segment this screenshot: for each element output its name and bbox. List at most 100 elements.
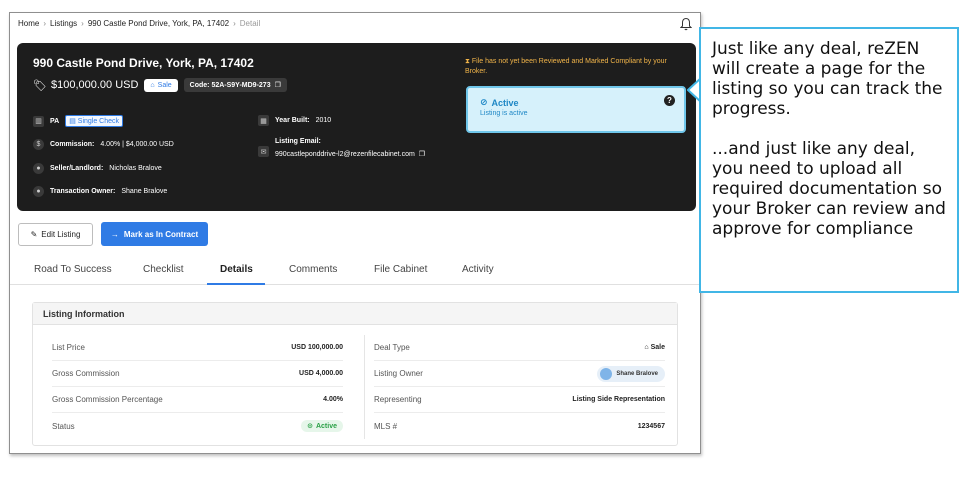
mark-in-contract-button[interactable]: → Mark as In Contract xyxy=(101,222,208,246)
table-row: Representing Listing Side Representation xyxy=(374,387,665,413)
listing-header-card: 990 Castle Pond Drive, York, PA, 17402 🏷… xyxy=(17,43,696,211)
table-row: Gross Commission USD 4,000.00 xyxy=(52,361,343,387)
tag-icon: 🏷 xyxy=(33,79,47,92)
owner-row: ● Transaction Owner: Shane Bralove xyxy=(33,186,167,197)
row-label: Deal Type xyxy=(374,343,410,352)
copy-icon[interactable]: ❐ xyxy=(419,150,425,158)
selected-tab-indicator xyxy=(207,283,265,285)
hourglass-icon: ⧗ xyxy=(465,58,470,65)
owner-label: Transaction Owner: xyxy=(50,188,116,195)
tab-road-to-success[interactable]: Road To Success xyxy=(34,264,112,275)
row-label: List Price xyxy=(52,343,85,352)
chevron-right-icon: › xyxy=(81,19,84,28)
status-card: ⊘ Active Listing is active ? xyxy=(466,86,686,133)
table-row: Gross Commission Percentage 4.00% xyxy=(52,387,343,413)
check-circle-icon: ⊙ xyxy=(307,423,313,430)
state-row: ▥ PA ▤ Single Check xyxy=(33,115,124,127)
tab-details[interactable]: Details xyxy=(220,264,253,275)
breadcrumb-address[interactable]: 990 Castle Pond Drive, York, PA, 17402 xyxy=(88,19,229,28)
user-icon: ● xyxy=(33,186,44,197)
mail-icon: ✉ xyxy=(258,146,269,157)
table-row: Status ⊙ Active xyxy=(52,413,343,439)
seller-value: Nicholas Bralove xyxy=(109,165,162,172)
chevron-right-icon: › xyxy=(233,19,236,28)
seller-row: ● Seller/Landlord: Nicholas Bralove xyxy=(33,163,162,174)
owner-value: Shane Bralove xyxy=(121,188,168,195)
seller-label: Seller/Landlord: xyxy=(50,165,104,172)
listing-code: Code: 52A-S9Y-MD9-273 xyxy=(189,81,271,89)
calendar-icon: ▦ xyxy=(258,115,269,126)
row-label: Gross Commission Percentage xyxy=(52,395,163,404)
breadcrumb-listings[interactable]: Listings xyxy=(50,19,77,28)
table-row: Listing Owner Shane Bralove xyxy=(374,361,665,387)
deal-type-label: Sale xyxy=(157,81,172,89)
single-check-label: Single Check xyxy=(77,118,120,125)
tab-activity[interactable]: Activity xyxy=(462,264,494,275)
building-icon: ▥ xyxy=(33,115,44,127)
compliance-warning-text: File has not yet been Reviewed and Marke… xyxy=(465,58,667,75)
tab-checklist[interactable]: Checklist xyxy=(143,264,184,275)
dollar-icon: $ xyxy=(33,139,44,150)
tab-bar: Road To Success Checklist Details Commen… xyxy=(10,257,700,285)
commission-label: Commission: xyxy=(50,141,95,148)
listing-owner-chip[interactable]: Shane Bralove xyxy=(597,365,665,382)
avatar xyxy=(600,367,613,380)
row-label: Listing Owner xyxy=(374,369,423,378)
listing-address: 990 Castle Pond Drive, York, PA, 17402 xyxy=(33,56,254,70)
year-built-row: ▦ Year Built: 2010 xyxy=(258,115,331,126)
price-row: 🏷 $100,000.00 USD ⌂ Sale Code: 52A-S9Y-M… xyxy=(33,78,287,92)
arrow-right-icon: → xyxy=(110,229,119,239)
status-badge: ⊙ Active xyxy=(301,420,343,432)
commission-value: 4.00% | $4,000.00 USD xyxy=(100,141,174,148)
row-value: USD 100,000.00 xyxy=(291,344,343,351)
table-row: MLS # 1234567 xyxy=(374,413,665,439)
state-value: PA xyxy=(50,117,60,125)
row-value: Sale xyxy=(650,344,665,351)
row-value: Listing Side Representation xyxy=(572,396,665,403)
commission-row: $ Commission: 4.00% | $4,000.00 USD xyxy=(33,139,174,150)
deal-type-value: ⌂ Sale xyxy=(644,344,665,351)
listing-code-pill: Code: 52A-S9Y-MD9-273 ❐ xyxy=(183,78,287,92)
callout-paragraph-1: Just like any deal, reZEN will create a … xyxy=(712,39,943,119)
price-value: $100,000.00 USD xyxy=(50,79,139,91)
year-built-value: 2010 xyxy=(315,117,332,124)
listing-price: 🏷 $100,000.00 USD xyxy=(33,79,138,92)
panel-header: Listing Information xyxy=(33,303,677,325)
mark-in-contract-label: Mark as In Contract xyxy=(123,229,199,239)
status-badge-label: Active xyxy=(315,422,337,430)
info-column-left: List Price USD 100,000.00 Gross Commissi… xyxy=(52,335,343,439)
deal-type-pill: ⌂ Sale xyxy=(144,78,178,92)
bell-icon[interactable] xyxy=(680,17,692,31)
listing-email-value: 990castleponddrive-l2@rezenfilecabinet.c… xyxy=(275,150,415,158)
pencil-icon: ✎ xyxy=(30,230,38,239)
column-divider xyxy=(364,335,365,439)
status-title-row: ⊘ Active xyxy=(480,97,519,108)
row-label: MLS # xyxy=(374,421,398,431)
table-row: List Price USD 100,000.00 xyxy=(52,335,343,361)
single-check-badge: ▤ Single Check xyxy=(65,115,124,127)
callout-paragraph-2: ...and just like any deal, you need to u… xyxy=(712,139,946,239)
year-built-label: Year Built: xyxy=(275,117,310,124)
status-title: Active xyxy=(491,97,519,108)
table-row: Deal Type ⌂ Sale xyxy=(374,335,665,361)
listing-owner-name: Shane Bralove xyxy=(616,370,658,377)
edit-listing-button[interactable]: ✎ Edit Listing xyxy=(18,223,93,246)
row-label: Status xyxy=(52,421,75,431)
home-icon: ⌂ xyxy=(150,81,155,89)
check-circle-icon: ⊘ xyxy=(480,97,488,107)
copy-icon[interactable]: ❐ xyxy=(275,81,281,89)
row-label: Gross Commission xyxy=(52,369,120,378)
home-icon: ⌂ xyxy=(644,344,649,351)
breadcrumb-home[interactable]: Home xyxy=(18,19,39,28)
explanation-callout: Just like any deal, reZEN will create a … xyxy=(699,27,959,293)
row-label: Representing xyxy=(374,395,422,404)
info-column-right: Deal Type ⌂ Sale Listing Owner Shane Bra… xyxy=(374,335,665,439)
tab-comments[interactable]: Comments xyxy=(289,264,337,275)
help-icon[interactable]: ? xyxy=(664,95,675,106)
row-value: 4.00% xyxy=(323,396,343,403)
listing-email-label: Listing Email: xyxy=(275,138,321,145)
user-icon: ● xyxy=(33,163,44,174)
tab-file-cabinet[interactable]: File Cabinet xyxy=(374,264,427,275)
panel-title: Listing Information xyxy=(43,309,125,319)
compliance-warning: ⧗ File has not yet been Reviewed and Mar… xyxy=(465,57,689,77)
